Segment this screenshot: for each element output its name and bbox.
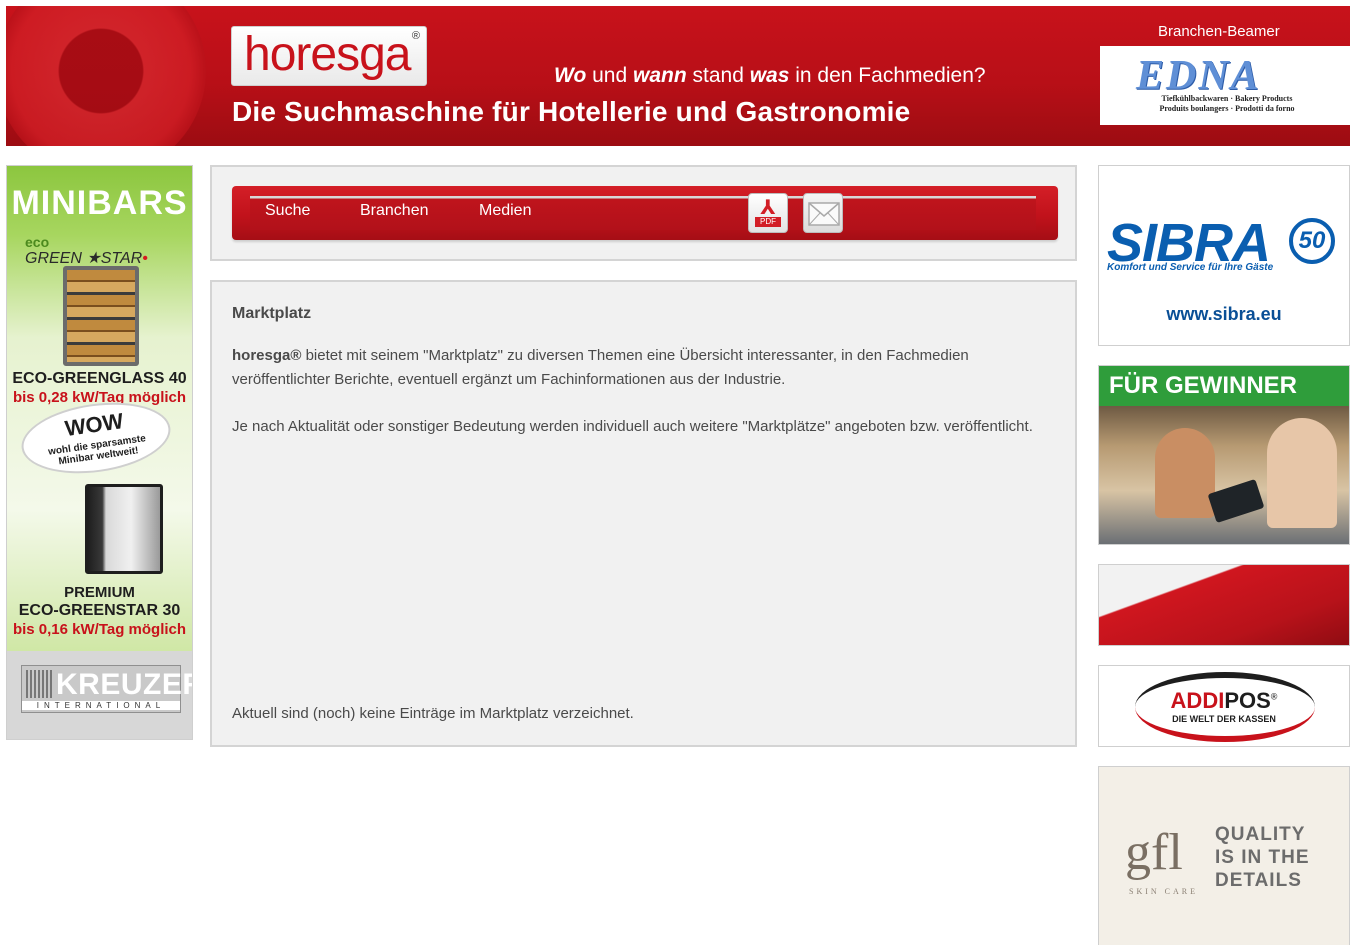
addipos-part2: POS [1224, 688, 1271, 713]
kreuzer-brand-text: KREUZER [56, 668, 193, 701]
minibars-title: MINIBARS [11, 184, 188, 222]
addipos-ad[interactable]: ADDIPOS® DIE WELT DER KASSEN [1098, 665, 1350, 747]
sibra-url: www.sibra.eu [1166, 304, 1282, 324]
second-paragraph: Je nach Aktualität oder sonstiger Bedeut… [232, 418, 1033, 435]
tagline-was: was [749, 64, 790, 87]
star-icon: ★ [86, 250, 101, 267]
gfl-skin-care-text: SKIN CARE [1129, 887, 1199, 896]
empty-state-message: Aktuell sind (noch) keine Einträge im Ma… [232, 705, 634, 722]
horesga-logo[interactable]: horesga ® [231, 26, 427, 86]
eco-greenstar-logo: eco GREEN ★STAR• [25, 234, 148, 268]
sibra-50-badge: 50 [1289, 218, 1335, 264]
gfl-slogan: QUALITY IS IN THE DETAILS [1215, 823, 1310, 892]
red-dot-icon: • [142, 250, 148, 267]
pdf-icon[interactable]: ⅄ PDF [748, 193, 788, 233]
guest-figure-image [1155, 428, 1215, 518]
gewinner-title: FÜR GEWINNER [1109, 372, 1297, 399]
tagline: Wo und wann stand was in den Fachmedien? [554, 64, 986, 88]
logo-registered-mark: ® [411, 30, 420, 42]
sibra-subtitle: Komfort und Service für Ihre Gäste [1107, 262, 1274, 273]
marktplatz-content: Marktplatz horesga® bietet mit seinem "M… [210, 280, 1077, 747]
edna-subtitle-line1: Tiefkühlbackwaren · Bakery Products [1161, 94, 1293, 103]
gfl-logo-text: gfl [1125, 824, 1183, 881]
gfl-slogan-line3: DETAILS [1215, 870, 1302, 891]
addipos-registered-mark: ® [1270, 691, 1278, 702]
pdf-tag: PDF [755, 217, 781, 227]
intro-text: bietet mit seinem "Marktplatz" zu divers… [232, 347, 969, 388]
intro-paragraph: horesga® bietet mit seinem "Marktplatz" … [232, 344, 1052, 392]
glass-minibar-image [63, 266, 139, 366]
page-headline: Die Suchmaschine für Hotellerie und Gast… [232, 96, 911, 127]
navigation-panel: Suche Branchen Medien ⅄ PDF [210, 165, 1077, 261]
edna-subtitle: Tiefkühlbackwaren · Bakery Products Prod… [1132, 94, 1322, 114]
edna-ad[interactable]: EDNA Tiefkühlbackwaren · Bakery Products… [1100, 46, 1350, 125]
kreuzer-stripes-icon [26, 670, 52, 698]
nav-item-suche[interactable]: Suche [265, 202, 310, 220]
gfl-skin-care-ad[interactable]: gfl SKIN CARE QUALITY IS IN THE DETAILS [1098, 766, 1350, 945]
addipos-part1: ADDI [1170, 688, 1225, 713]
page-title: Marktplatz [232, 305, 312, 322]
main-menu-bar: Suche Branchen Medien ⅄ PDF [232, 186, 1058, 240]
kreuzer-logo: KREUZER INTERNATIONAL [21, 665, 192, 713]
header-banner: horesga ® Wo und wann stand was in den F… [6, 6, 1350, 146]
edna-subtitle-line2: Produits boulangers · Prodotti da forno [1159, 104, 1295, 113]
eye-graphic [6, 6, 206, 146]
tagline-rest: in den Fachmedien? [789, 64, 986, 87]
model1-name: ECO-GREENGLASS 40 [12, 370, 187, 387]
logo-text: horesga [244, 28, 411, 81]
eco-label: eco [25, 234, 50, 250]
model2-power: bis 0,16 kW/Tag möglich [12, 621, 187, 638]
tagline-wann: wann [633, 64, 687, 87]
pos-device-image [1207, 479, 1265, 523]
envelope-icon [808, 202, 840, 226]
green-label: GREEN [25, 250, 82, 267]
closed-minibar-image [85, 484, 163, 574]
kreuzer-brand-bar: KREUZER INTERNATIONAL [7, 651, 192, 739]
premium-label: PREMIUM [64, 584, 135, 601]
branchen-beamer-label: Branchen-Beamer [1158, 23, 1280, 40]
addipos-subtitle: DIE WELT DER KASSEN [1172, 714, 1276, 724]
gfl-slogan-line1: QUALITY [1215, 824, 1306, 845]
mail-icon[interactable] [803, 193, 843, 233]
acrobat-glyph-icon: ⅄ [760, 197, 776, 219]
red-banner-ad[interactable] [1098, 564, 1350, 646]
edna-logo-text: EDNA [1136, 53, 1261, 99]
kreuzer-international-text: INTERNATIONAL [22, 701, 180, 710]
gfl-slogan-line2: IS IN THE [1215, 847, 1310, 868]
fuer-gewinner-ad[interactable]: FÜR GEWINNER [1098, 365, 1350, 545]
star-label: STAR [100, 250, 143, 267]
sibra-ad[interactable]: SIBRA 50 Komfort und Service für Ihre Gä… [1098, 165, 1350, 346]
waitress-figure-image [1267, 418, 1337, 528]
wow-bubble: WOW wohl die sparsamste Minibar weltweit… [16, 393, 176, 483]
nav-item-branchen[interactable]: Branchen [360, 202, 429, 220]
nav-item-medien[interactable]: Medien [479, 202, 531, 220]
addipos-logo-text: ADDIPOS® [1099, 688, 1349, 714]
model2-name: ECO-GREENSTAR 30 [18, 602, 181, 619]
tagline-wo: Wo [554, 64, 587, 87]
kreuzer-minibars-ad[interactable]: MINIBARS eco GREEN ★STAR• ECO-GREENGLASS… [6, 165, 193, 740]
tagline-und: und [586, 64, 633, 87]
brand-name: horesga® [232, 347, 302, 364]
tagline-stand: stand [686, 64, 750, 87]
